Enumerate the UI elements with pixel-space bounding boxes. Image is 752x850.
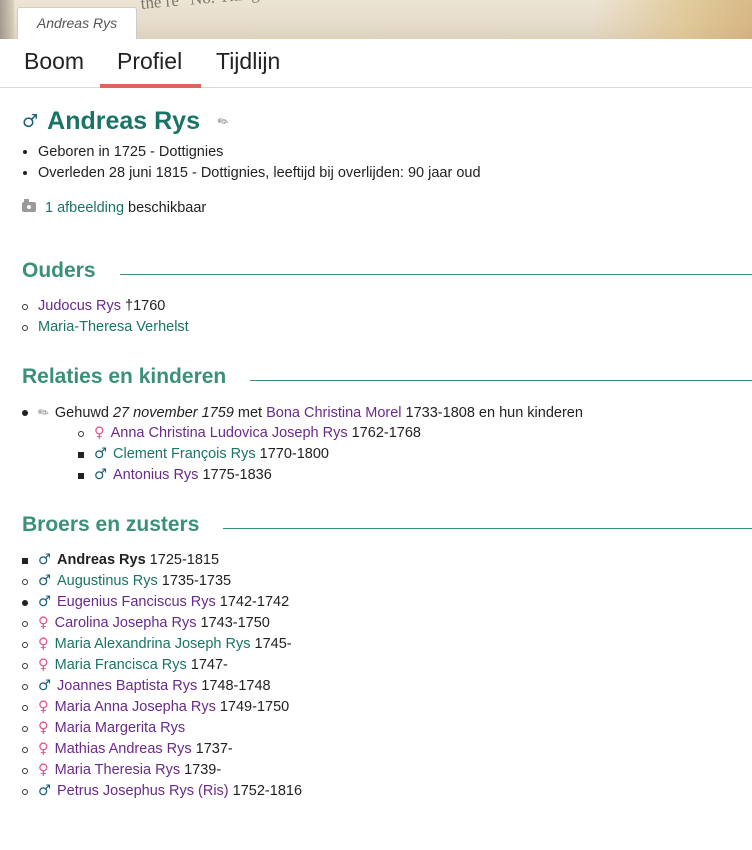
- sibling-item-years: 1735-1735: [157, 573, 232, 589]
- siblings-list: ♂ Andreas Rys 1725-1815 ♂ Augustinus Rys 17…: [22, 550, 302, 802]
- marriage-date: 27 november 1759: [112, 405, 234, 421]
- partner-link[interactable]: Bona Christina Morel: [266, 405, 401, 421]
- male-icon: ♂: [38, 783, 51, 799]
- section-title-relations: Relaties en kinderen: [22, 365, 251, 389]
- child-item-years: 1762-1768: [347, 425, 421, 441]
- tab-boom[interactable]: Boom: [24, 48, 84, 75]
- female-icon: ♀: [94, 425, 105, 441]
- sibling-item: ♂ Eugenius Fanciscus Rys 1742-1742: [22, 592, 302, 613]
- sibling-item-name[interactable]: Petrus Josephus Rys (Ris): [57, 783, 229, 799]
- parent-link[interactable]: Judocus Rys: [38, 298, 121, 314]
- sibling-item-name[interactable]: Maria Francisca Rys: [55, 657, 187, 673]
- male-icon: ♂: [94, 446, 107, 462]
- female-icon: ♀: [38, 720, 49, 736]
- sibling-item-years: 1743-1750: [196, 615, 270, 631]
- parent-item: Judocus Rys †1760: [22, 296, 189, 317]
- female-icon: ♀: [38, 636, 49, 652]
- male-icon: ♂: [94, 467, 107, 483]
- camera-icon: [22, 199, 36, 212]
- male-icon: ♂: [38, 678, 51, 694]
- sibling-item-years: 1739-: [180, 762, 222, 778]
- parent-item: Maria-Theresa Verhelst: [22, 317, 189, 338]
- female-icon: ♀: [38, 762, 49, 778]
- marriage-item: ✎ Gehuwd 27 november 1759 met Bona Christ…: [22, 402, 583, 424]
- female-icon: ♀: [38, 699, 49, 715]
- child-item-name[interactable]: Anna Christina Ludovica Joseph Rys: [111, 425, 348, 441]
- sibling-item-name[interactable]: Augustinus Rys: [57, 573, 158, 589]
- person-heading: ♂ Andreas Rys ✎: [22, 107, 232, 136]
- child-item-name[interactable]: Clement François Rys: [113, 446, 256, 462]
- death-fact: Overleden 28 juni 1815 - Dottignies, lee…: [38, 163, 481, 184]
- female-icon: ♀: [38, 615, 49, 631]
- sibling-item-name[interactable]: Maria Margerita Rys: [55, 720, 186, 736]
- child-item: ♂ Clement François Rys 1770-1800: [78, 444, 421, 465]
- images-suffix: beschikbaar: [124, 200, 207, 216]
- section-siblings: Broers en zusters: [22, 513, 752, 543]
- sibling-item-name[interactable]: Joannes Baptista Rys: [57, 678, 197, 694]
- child-item-years: 1775-1836: [198, 467, 272, 483]
- images-link[interactable]: 1 afbeelding: [45, 200, 124, 216]
- images-available: 1 afbeelding beschikbaar: [22, 199, 207, 216]
- sibling-item: ♀ Maria Anna Josepha Rys 1749-1750: [22, 697, 302, 718]
- female-icon: ♀: [38, 741, 49, 757]
- sibling-item-years: 1742-1742: [215, 594, 290, 610]
- wrench-icon[interactable]: ✎: [214, 112, 232, 131]
- sibling-item-name[interactable]: Maria Anna Josepha Rys: [55, 699, 216, 715]
- sibling-item: ♂ Andreas Rys 1725-1815: [22, 550, 302, 571]
- section-title-siblings: Broers en zusters: [22, 513, 224, 537]
- male-icon: ♂: [38, 552, 51, 568]
- child-item: ♂ Antonius Rys 1775-1836: [78, 465, 421, 486]
- sibling-item-years: 1745-: [250, 636, 292, 652]
- sibling-item: ♂ Augustinus Rys 1735-1735: [22, 571, 302, 592]
- sibling-item: ♀ Maria Francisca Rys 1747-: [22, 655, 302, 676]
- person-facts: Geboren in 1725 - Dottignies Overleden 2…: [20, 142, 481, 184]
- sibling-item: ♀ Maria Alexandrina Joseph Rys 1745-: [22, 634, 302, 655]
- sibling-item-years: 1737-: [191, 741, 233, 757]
- sibling-item: ♀ Maria Margerita Rys: [22, 718, 302, 739]
- parent-link[interactable]: Maria-Theresa Verhelst: [38, 319, 189, 335]
- page-title: Andreas Rys: [47, 107, 200, 135]
- wrench-icon[interactable]: ✎: [33, 401, 54, 424]
- female-icon: ♀: [38, 657, 49, 673]
- sibling-item-years: 1749-1750: [215, 699, 290, 715]
- child-item-name[interactable]: Antonius Rys: [113, 467, 198, 483]
- sibling-item-years: 1752-1816: [228, 783, 303, 799]
- tab-tijdlijn[interactable]: Tijdlijn: [216, 48, 280, 75]
- tab-profiel[interactable]: Profiel: [99, 48, 202, 88]
- child-item: ♀ Anna Christina Ludovica Joseph Rys 1762…: [78, 423, 421, 444]
- children-list: ♀ Anna Christina Ludovica Joseph Rys 1762…: [78, 423, 421, 486]
- male-icon: ♂: [38, 594, 51, 610]
- sibling-item-name: Andreas Rys: [57, 552, 146, 568]
- sibling-item-name[interactable]: Maria Alexandrina Joseph Rys: [55, 636, 251, 652]
- male-icon: ♂: [22, 111, 39, 132]
- sibling-item: ♀ Carolina Josepha Rys 1743-1750: [22, 613, 302, 634]
- sibling-item-years: 1748-1748: [197, 678, 271, 694]
- sibling-item-years: 1725-1815: [145, 552, 220, 568]
- male-icon: ♂: [38, 573, 51, 589]
- sibling-item-years: 1747-: [186, 657, 228, 673]
- sibling-item-name[interactable]: Eugenius Fanciscus Rys: [57, 594, 216, 610]
- sibling-item-name[interactable]: Maria Theresia Rys: [55, 762, 180, 778]
- birth-fact: Geboren in 1725 - Dottignies: [38, 142, 481, 163]
- section-parents: Ouders: [22, 259, 752, 289]
- sibling-item-name[interactable]: Carolina Josepha Rys: [55, 615, 197, 631]
- sibling-item-name[interactable]: Mathias Andreas Rys: [55, 741, 192, 757]
- sibling-item: ♀ Maria Theresia Rys 1739-: [22, 760, 302, 781]
- sibling-item: ♀ Mathias Andreas Rys 1737-: [22, 739, 302, 760]
- sibling-item: ♂ Petrus Josephus Rys (Ris) 1752-1816: [22, 781, 302, 802]
- sibling-item: ♂ Joannes Baptista Rys 1748-1748: [22, 676, 302, 697]
- header-banner: the re "No. Things have that she ought i…: [0, 0, 752, 39]
- relations-list: ✎ Gehuwd 27 november 1759 met Bona Christ…: [22, 402, 583, 424]
- person-tab[interactable]: Andreas Rys: [17, 7, 137, 39]
- parents-list: Judocus Rys †1760 Maria-Theresa Verhelst: [22, 296, 189, 338]
- child-item-years: 1770-1800: [255, 446, 329, 462]
- section-relations: Relaties en kinderen: [22, 365, 752, 395]
- section-title-parents: Ouders: [22, 259, 120, 283]
- profile-nav: Boom Profiel Tijdlijn: [0, 39, 752, 88]
